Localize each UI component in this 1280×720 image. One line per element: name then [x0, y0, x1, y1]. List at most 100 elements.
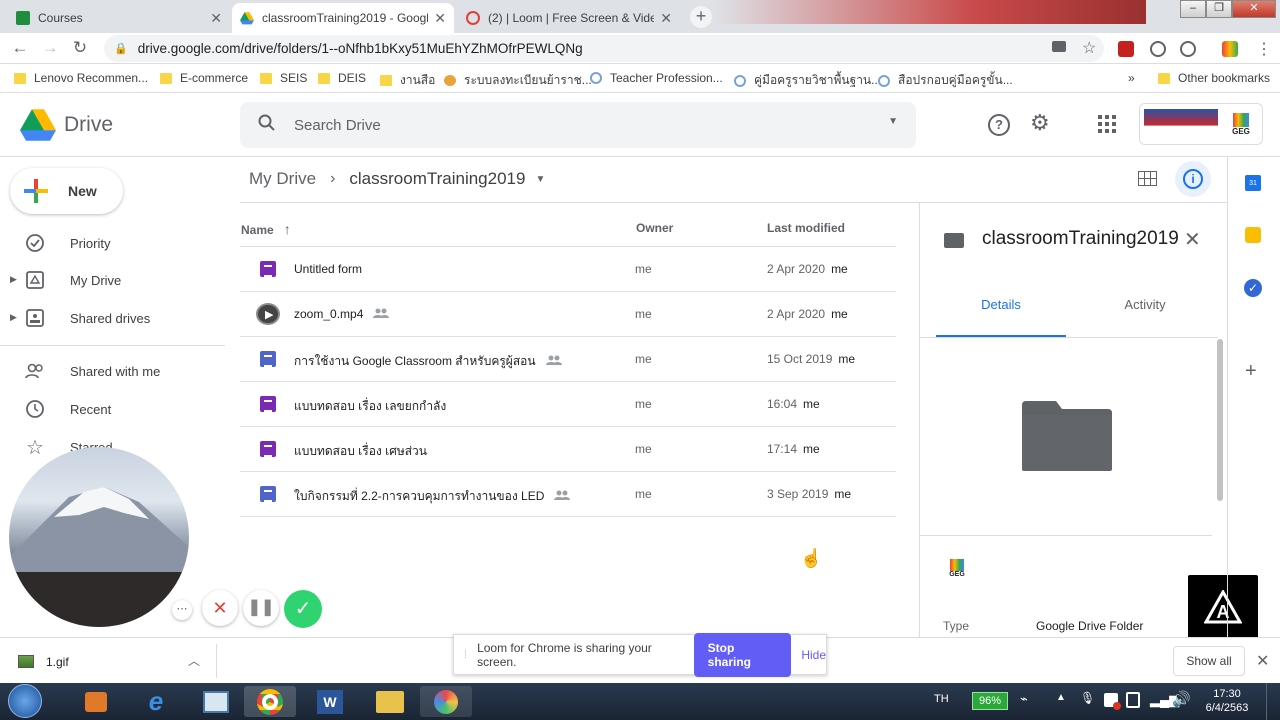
file-row[interactable]: การใช้งาน Google Classroom สำหรับครูผู้ส… — [240, 337, 896, 382]
chrome-taskbar-icon[interactable] — [244, 686, 296, 717]
add-addon-icon[interactable]: + — [1245, 360, 1257, 383]
bookmark-item[interactable]: DEIS — [318, 71, 366, 85]
other-bookmarks[interactable]: Other bookmarks — [1158, 71, 1270, 85]
close-download-bar-icon[interactable]: ✕ — [1256, 651, 1269, 671]
maximize-button[interactable]: ❐ — [1206, 0, 1232, 18]
file-row[interactable]: ใบกิจกรรมที่ 2.2-การควบคุมการทำงานของ LE… — [240, 472, 896, 517]
bookmark-item[interactable]: งานสือ — [380, 71, 435, 90]
breadcrumb-my-drive[interactable]: My Drive — [249, 169, 316, 189]
close-window-button[interactable]: ✕ — [1232, 0, 1276, 18]
accessibility-widget[interactable]: A — [1188, 575, 1258, 639]
bookmark-item[interactable]: สือปรกอบคู่มือครูขั้น... — [878, 71, 1013, 90]
star-icon[interactable]: ☆ — [1082, 38, 1096, 58]
keep-icon[interactable] — [1245, 227, 1261, 243]
download-filename[interactable]: 1.gif — [46, 655, 69, 669]
app-window-icon[interactable] — [190, 686, 242, 717]
chevron-down-icon[interactable]: ▼ — [535, 174, 545, 185]
network-error-icon[interactable] — [1104, 693, 1121, 710]
show-desktop-button[interactable] — [1266, 683, 1280, 720]
camera-icon[interactable] — [1052, 41, 1066, 52]
forward-icon[interactable]: → — [40, 38, 60, 58]
sidebar-item-priority[interactable]: Priority — [24, 232, 110, 254]
file-row[interactable]: Untitled form me 2 Apr 2020 me — [240, 247, 896, 292]
column-header-name[interactable]: Name ↑ — [241, 221, 291, 237]
grid-view-icon[interactable] — [1138, 171, 1158, 187]
bookmark-item[interactable]: E-commerce — [160, 71, 248, 85]
bookmark-item[interactable]: ระบบลงทะเบียนย้าราช... — [444, 71, 592, 90]
bookmark-item[interactable]: Teacher Profession... — [590, 71, 723, 85]
show-all-button[interactable]: Show all — [1173, 646, 1245, 676]
details-toggle-button[interactable]: i — [1175, 161, 1211, 197]
chevron-up-icon[interactable]: ︿ — [188, 652, 200, 669]
file-row[interactable]: แบบทดสอบ เรื่อง เลขยกกำลัง me 16:04 me — [240, 382, 896, 427]
geg-extension-icon[interactable] — [1222, 41, 1238, 57]
tasks-icon[interactable]: ✓ — [1244, 279, 1262, 297]
language-indicator[interactable]: TH — [934, 693, 949, 705]
loom-cancel-button[interactable]: ✕ — [202, 590, 238, 626]
loom-pause-button[interactable]: ❚❚ — [243, 590, 279, 626]
search-box[interactable]: Search Drive ▼ — [240, 102, 916, 148]
reload-icon[interactable]: ↻ — [70, 38, 90, 58]
word-icon[interactable]: W — [304, 686, 356, 717]
minimize-button[interactable]: – — [1180, 0, 1206, 18]
file-explorer-icon[interactable] — [364, 686, 416, 717]
microphone-icon[interactable]: 🎙 — [1080, 691, 1095, 705]
drag-handle-icon[interactable]: ⁞ — [464, 649, 467, 661]
battery-indicator[interactable]: 96% — [972, 692, 1008, 710]
tab-courses[interactable]: Courses ✕ — [8, 3, 230, 33]
bookmark-item[interactable]: Lenovo Recommen... — [14, 71, 148, 85]
breadcrumb-current-folder[interactable]: classroomTraining2019 — [349, 169, 525, 189]
tray-expand-icon[interactable]: ▲ — [1056, 692, 1066, 703]
bookmark-item[interactable]: SEIS — [260, 71, 307, 85]
close-tab-icon[interactable]: ✕ — [660, 10, 672, 27]
new-tab-button[interactable]: + — [690, 6, 712, 28]
extension-icon[interactable] — [1180, 41, 1196, 57]
expand-arrow-icon[interactable]: ▶ — [10, 274, 17, 285]
close-tab-icon[interactable]: ✕ — [210, 10, 222, 27]
hide-button[interactable]: Hide — [801, 648, 826, 662]
apps-grid-icon[interactable] — [1098, 115, 1118, 135]
drive-logo[interactable]: Drive — [20, 109, 113, 141]
search-options-icon[interactable]: ▼ — [888, 116, 898, 127]
stop-sharing-button[interactable]: Stop sharing — [693, 632, 792, 677]
sort-arrow-up-icon[interactable]: ↑ — [284, 221, 291, 237]
loom-finish-button[interactable]: ✓ — [284, 590, 322, 628]
close-details-icon[interactable]: ✕ — [1184, 227, 1201, 252]
account-banner[interactable]: GEG — [1139, 103, 1263, 145]
pdf-extension-icon[interactable] — [1118, 41, 1134, 57]
power-plug-icon[interactable]: ⌁ — [1020, 691, 1028, 707]
search-input[interactable]: Search Drive — [294, 117, 381, 134]
tab-loom[interactable]: (2) | Loom | Free Screen & Video ✕ — [458, 3, 680, 33]
bookmarks-overflow-button[interactable]: » — [1128, 71, 1135, 85]
search-icon[interactable] — [258, 114, 276, 137]
tab-drive[interactable]: classroomTraining2019 - Google ✕ — [232, 3, 454, 33]
back-icon[interactable]: ← — [10, 38, 30, 58]
clipboard-icon[interactable] — [1126, 692, 1140, 708]
media-player-icon[interactable] — [70, 686, 122, 717]
internet-explorer-icon[interactable]: e — [130, 686, 182, 717]
calendar-icon[interactable]: 31 — [1245, 175, 1261, 191]
sidebar-item-shared-with-me[interactable]: Shared with me — [24, 360, 160, 382]
settings-gear-icon[interactable]: ⚙ — [1030, 110, 1050, 136]
tab-details[interactable]: Details — [936, 297, 1066, 338]
loom-extension-icon[interactable] — [1150, 41, 1166, 57]
close-tab-icon[interactable]: ✕ — [434, 10, 446, 27]
details-scrollbar[interactable] — [1217, 339, 1223, 501]
loom-camera-bubble[interactable] — [9, 447, 189, 627]
column-header-owner[interactable]: Owner — [636, 221, 673, 235]
column-header-modified[interactable]: Last modified — [767, 221, 845, 235]
bookmark-item[interactable]: คู่มือครูรายวิชาพื้นฐาน... — [734, 71, 881, 90]
clock[interactable]: 17:30 6/4/2563 — [1200, 687, 1254, 715]
sidebar-item-recent[interactable]: Recent — [24, 398, 111, 420]
new-button[interactable]: New — [10, 168, 123, 214]
file-row[interactable]: แบบทดสอบ เรื่อง เศษส่วน me 17:14 me — [240, 427, 896, 472]
sidebar-item-shared-drives[interactable]: Shared drives — [24, 307, 150, 329]
paint-icon[interactable] — [420, 686, 472, 717]
start-button[interactable] — [8, 684, 42, 718]
url-bar[interactable]: 🔒 drive.google.com/drive/folders/1--oNfh… — [104, 35, 1104, 62]
sidebar-item-my-drive[interactable]: My Drive — [24, 269, 121, 291]
expand-arrow-icon[interactable]: ▶ — [10, 312, 17, 323]
file-row[interactable]: ▶ zoom_0.mp4 me 2 Apr 2020 me — [240, 292, 896, 337]
menu-icon[interactable]: ⋮ — [1256, 39, 1272, 59]
tab-activity[interactable]: Activity — [1080, 297, 1210, 338]
